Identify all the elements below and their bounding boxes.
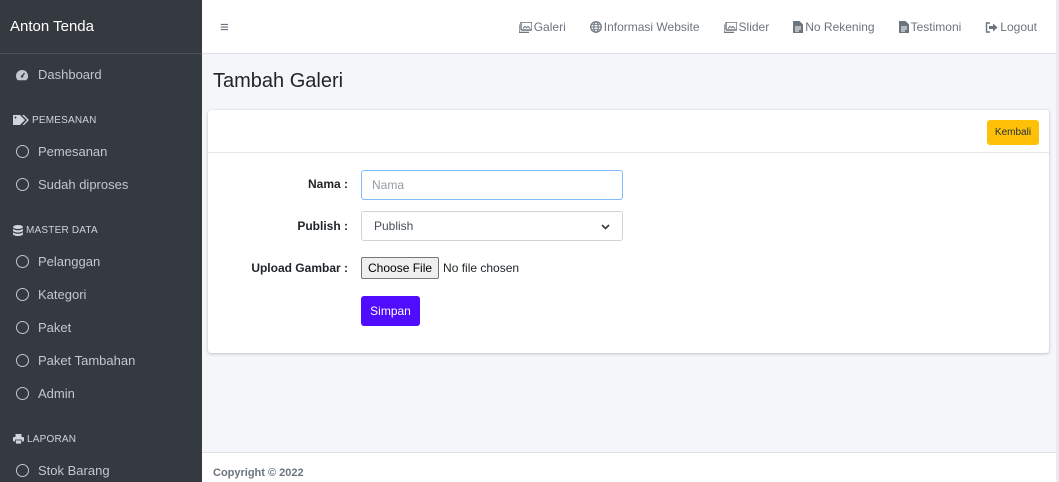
galeri-form-card: Kembali Nama : Publish : Publish Upload …	[208, 110, 1049, 353]
nav-link-galeri[interactable]: Galeri	[518, 20, 566, 34]
upload-gambar-label: Upload Gambar :	[251, 261, 348, 275]
sidebar-item-label: Pemesanan	[38, 144, 108, 159]
top-nav-links: Galeri Informasi Website Slider No Reken…	[495, 0, 1037, 54]
circle-icon	[13, 145, 31, 158]
menu-toggle-icon[interactable]: ≡	[220, 20, 229, 35]
tags-icon	[13, 115, 29, 125]
print-icon	[13, 434, 24, 444]
circle-icon	[13, 288, 31, 301]
sidebar-nav: Dashboard PEMESANAN Pemesanan Sudah dipr…	[0, 58, 202, 482]
nav-link-informasi-website[interactable]: Informasi Website	[589, 20, 700, 34]
nav-link-label: Galeri	[533, 20, 566, 34]
sidebar-item-label: Paket Tambahan	[38, 353, 136, 368]
circle-icon	[13, 354, 31, 367]
nav-link-label: Slider	[738, 20, 770, 34]
choose-file-button[interactable]: Choose File	[361, 257, 440, 279]
upload-gambar-field: Choose File No file chosen	[361, 257, 519, 279]
circle-icon	[13, 178, 31, 191]
nav-link-label: Logout	[1000, 20, 1037, 34]
publish-select-value: Publish	[374, 219, 414, 233]
save-button[interactable]: Simpan	[361, 296, 420, 326]
publish-select[interactable]: Publish	[361, 211, 623, 241]
nav-link-label: No Rekening	[805, 20, 875, 34]
file-status-text: No file chosen	[443, 261, 520, 275]
sidebar-item-stok-barang[interactable]: Stok Barang	[0, 454, 202, 482]
sidebar-item-label: Dashboard	[38, 67, 102, 82]
sidebar-item-admin[interactable]: Admin	[0, 377, 202, 410]
nav-link-label: Informasi Website	[603, 20, 700, 34]
brand-title[interactable]: Anton Tenda	[0, 0, 202, 54]
circle-icon	[13, 255, 31, 268]
nav-link-logout[interactable]: Logout	[985, 20, 1037, 34]
images-icon	[518, 21, 532, 33]
images-icon	[723, 21, 737, 33]
circle-icon	[13, 321, 31, 334]
sidebar-header-master-data: MASTER DATA	[0, 215, 202, 245]
file-icon	[898, 21, 909, 33]
sidebar-item-label: Stok Barang	[38, 463, 110, 478]
sidebar-item-label: Sudah diproses	[38, 177, 129, 192]
nav-link-testimoni[interactable]: Testimoni	[898, 20, 962, 34]
circle-icon	[13, 464, 31, 477]
sidebar-item-label: Kategori	[38, 287, 87, 302]
globe-icon	[589, 21, 602, 33]
tachometer-icon	[13, 69, 31, 81]
sidebar-item-pelanggan[interactable]: Pelanggan	[0, 245, 202, 278]
sidebar-header-laporan: LAPORAN	[0, 424, 202, 454]
top-navbar: ≡ Galeri Informasi Website Slider No Rek…	[202, 0, 1059, 54]
nav-link-slider[interactable]: Slider	[723, 20, 770, 34]
footer-copyright: Copyright © 2022	[202, 452, 1059, 482]
sidebar-header-pemesanan: PEMESANAN	[0, 105, 202, 135]
sidebar-item-paket[interactable]: Paket	[0, 311, 202, 344]
sidebar: Anton Tenda Dashboard PEMESANAN Pemesana…	[0, 0, 202, 482]
sidebar-item-kategori[interactable]: Kategori	[0, 278, 202, 311]
nama-label: Nama :	[307, 177, 348, 191]
chevron-down-icon	[601, 219, 610, 233]
sidebar-header-label: PEMESANAN	[32, 114, 97, 126]
file-icon	[793, 21, 804, 33]
page-title: Tambah Galeri	[213, 70, 344, 92]
database-icon	[13, 224, 23, 236]
sidebar-item-paket-tambahan[interactable]: Paket Tambahan	[0, 344, 202, 377]
sign-out-icon	[985, 21, 998, 33]
sidebar-item-pemesanan[interactable]: Pemesanan	[0, 135, 202, 168]
sidebar-item-label: Paket	[38, 320, 72, 335]
sidebar-item-dashboard[interactable]: Dashboard	[0, 58, 202, 91]
back-button[interactable]: Kembali	[987, 120, 1039, 145]
nama-input[interactable]	[361, 170, 623, 200]
sidebar-header-label: MASTER DATA	[26, 224, 98, 236]
publish-label: Publish :	[297, 219, 348, 233]
card-header: Kembali	[208, 110, 1049, 153]
circle-icon	[13, 387, 31, 400]
sidebar-item-label: Pelanggan	[38, 254, 101, 269]
nav-link-no-rekening[interactable]: No Rekening	[793, 20, 875, 34]
sidebar-header-label: LAPORAN	[27, 433, 77, 445]
sidebar-item-label: Admin	[38, 386, 75, 401]
sidebar-item-sudah-diproses[interactable]: Sudah diproses	[0, 168, 202, 201]
nav-link-label: Testimoni	[910, 20, 962, 34]
